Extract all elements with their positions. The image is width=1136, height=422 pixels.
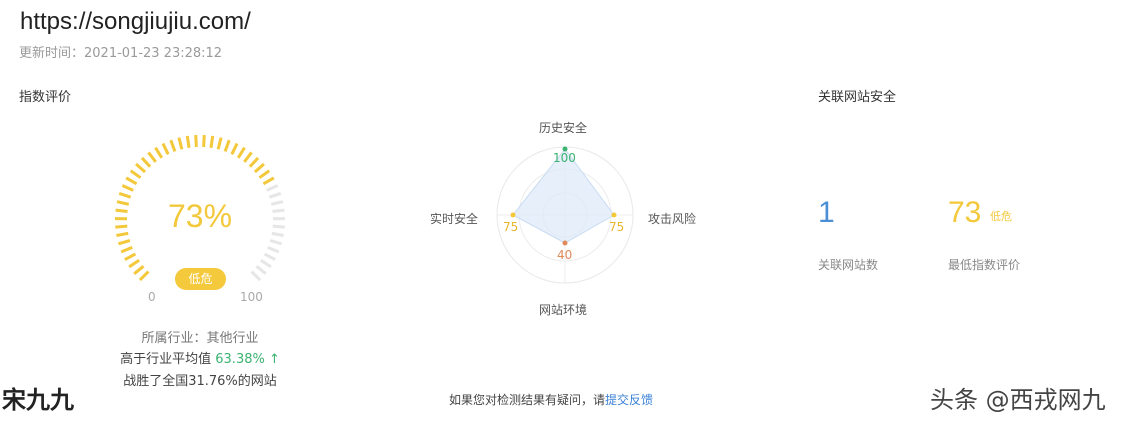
gauge-tick [116, 231, 129, 238]
watermark-right: 头条 @西戎网九 [930, 386, 1106, 414]
gauge-tick [266, 184, 279, 192]
gauge-tick [147, 151, 157, 163]
gauge-tick [248, 156, 260, 168]
gauge-tick [262, 176, 275, 186]
above-average-prefix: 高于行业平均值 [120, 352, 212, 367]
gauge-tick [115, 224, 128, 229]
radar-value-attack: 75 [609, 220, 625, 234]
radar-axis-label-attack: 攻击风险 [648, 212, 697, 226]
gauge-tick [125, 176, 138, 186]
gauge-tick [263, 252, 276, 261]
gauge-tick [140, 156, 152, 168]
gauge-min-label: 0 [148, 290, 156, 304]
gauge-tick [202, 135, 206, 148]
gauge-tick [272, 224, 285, 229]
gauge-tick [236, 146, 246, 159]
gauge-tick [260, 259, 272, 269]
gauge-tick [185, 135, 191, 149]
radar-point-environment [562, 240, 568, 246]
gauge-tick [268, 192, 282, 199]
index-section-title: 指数评价 [19, 90, 72, 105]
above-average-value: 63.38% [215, 352, 265, 367]
gauge-tick [138, 270, 150, 282]
gauge-tick [230, 142, 239, 155]
related-site-count-label: 关联网站数 [818, 258, 879, 272]
update-time: 更新时间：2021-01-23 23:28:12 [19, 46, 223, 61]
radar-value-realtime: 75 [503, 220, 519, 234]
gauge-tick [243, 151, 253, 163]
gauge-tick [223, 139, 231, 152]
gauge-tick [169, 139, 177, 152]
gauge-tick [255, 265, 267, 275]
gauge-tick [250, 270, 262, 282]
radar-axis-label-history: 历史安全 [539, 121, 588, 135]
beat-percentage-text: 战胜了全国31.76%的网站 [123, 374, 277, 389]
score-percentage: 73% [167, 198, 233, 234]
gauge-tick [129, 169, 142, 179]
gauge-tick [267, 245, 280, 254]
related-site-count: 1 [818, 196, 835, 229]
lowest-score-label: 最低指数评价 [948, 258, 1021, 272]
gauge-tick [161, 142, 170, 155]
gauge-tick [216, 137, 223, 150]
gauge-tick [270, 200, 284, 206]
feedback-prefix: 如果您对检测结果有疑问，请 [449, 393, 606, 407]
feedback-line: 如果您对检测结果有疑问，请提交反馈 [449, 391, 653, 408]
radar-point-attack [611, 212, 617, 218]
up-arrow-icon: ↑ [268, 352, 280, 367]
radar-point-realtime [510, 212, 516, 218]
gauge-tick [115, 208, 128, 213]
gauge-tick [128, 259, 140, 269]
gauge-tick [253, 162, 265, 174]
gauge-tick [117, 239, 131, 246]
watermark-left: 宋九九 [2, 386, 74, 414]
radar-axis-label-environment: 网站环境 [539, 303, 588, 317]
lowest-score-level: 低危 [990, 210, 1012, 223]
gauge-tick [258, 169, 271, 179]
industry-text: 所属行业：其他行业 [141, 331, 259, 346]
radar-axis-label-realtime: 实时安全 [430, 212, 479, 226]
gauge-tick [133, 265, 145, 275]
gauge-tick [194, 135, 198, 148]
related-section-title: 关联网站安全 [818, 90, 897, 105]
gauge-tick [271, 231, 284, 238]
gauge-tick [135, 162, 147, 174]
gauge-tick [120, 245, 133, 254]
gauge-tick [118, 192, 132, 199]
gauge-tick [124, 252, 137, 261]
submit-feedback-link[interactable]: 提交反馈 [605, 393, 653, 407]
gauge-tick [177, 137, 184, 150]
gauge-tick [272, 208, 285, 213]
gauge-tick [154, 146, 164, 159]
gauge-max-label: 100 [240, 290, 263, 304]
above-average-line: 高于行业平均值 63.38% ↑ [20, 348, 380, 367]
gauge-tick [209, 135, 215, 149]
gauge-tick [121, 184, 134, 192]
gauge-tick [116, 200, 130, 206]
site-url: https://songjiujiu.com/ [20, 8, 251, 35]
lowest-score-value: 73 [948, 196, 982, 229]
radar-value-history: 100 [553, 151, 576, 165]
radar-value-environment: 40 [557, 248, 573, 262]
risk-level-badge: 低危 [175, 268, 226, 290]
gauge-tick [269, 239, 283, 246]
